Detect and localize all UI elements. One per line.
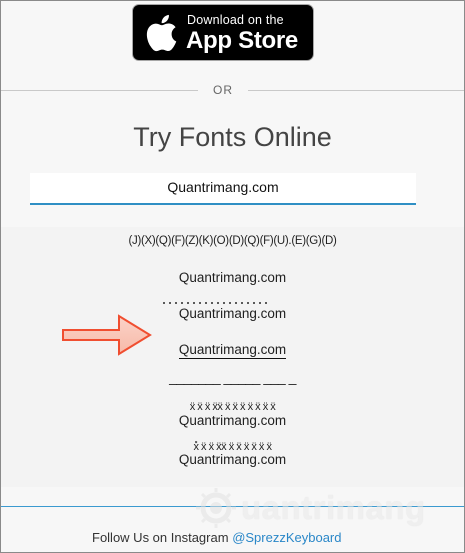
page-title: Try Fonts Online (133, 122, 332, 152)
footer-prefix: Follow Us on Instagram (92, 530, 229, 545)
apple-icon (146, 14, 177, 52)
watermark-text: uantrimang (241, 489, 426, 526)
footer-follow: Follow Us on Instagram @SprezzKeyboard (92, 530, 342, 545)
arrow-right-icon (62, 314, 152, 356)
result-circled-letters[interactable]: (J)(X)(Q)(F)(Z)(K)(O)(D)(Q)(F)(U).(E)(G)… (1, 235, 464, 247)
app-frame: Download on the App Store OR Try Fonts O… (0, 0, 465, 553)
or-divider-right (248, 90, 464, 91)
app-store-small-label: Download on the (187, 13, 284, 27)
app-store-button[interactable]: Download on the App Store (132, 4, 314, 61)
results-list: (J)(X)(Q)(F)(Z)(K)(O)(D)(Q)(F)(U).(E)(G)… (1, 227, 464, 487)
or-divider-left (1, 90, 198, 91)
or-separator: OR (201, 83, 245, 97)
watermark-sun-icon (196, 488, 236, 528)
result-plain-third[interactable]: Quantrimang.com (1, 452, 464, 467)
app-store-big-label: App Store (186, 27, 298, 54)
result-strikeline[interactable]: _______ _____ ___ _ (1, 369, 464, 385)
text-input[interactable] (30, 173, 416, 205)
result-dotted-text: Quantrimang.com (178, 306, 287, 321)
result-plain-second[interactable]: Quantrimang.com (1, 413, 464, 428)
result-underlined-text: Quantrimang.com (178, 342, 287, 359)
watermark-logo: uantrimang (191, 483, 425, 533)
instagram-link[interactable]: @SprezzKeyboard (232, 530, 341, 545)
result-plain[interactable]: Quantrimang.com (1, 270, 464, 285)
result-symbols-row[interactable]: ẍ ẍ ẍ ẍẍ ẍ ẍ ẍ ẍ ẍ ẍ ẍ (1, 401, 464, 413)
